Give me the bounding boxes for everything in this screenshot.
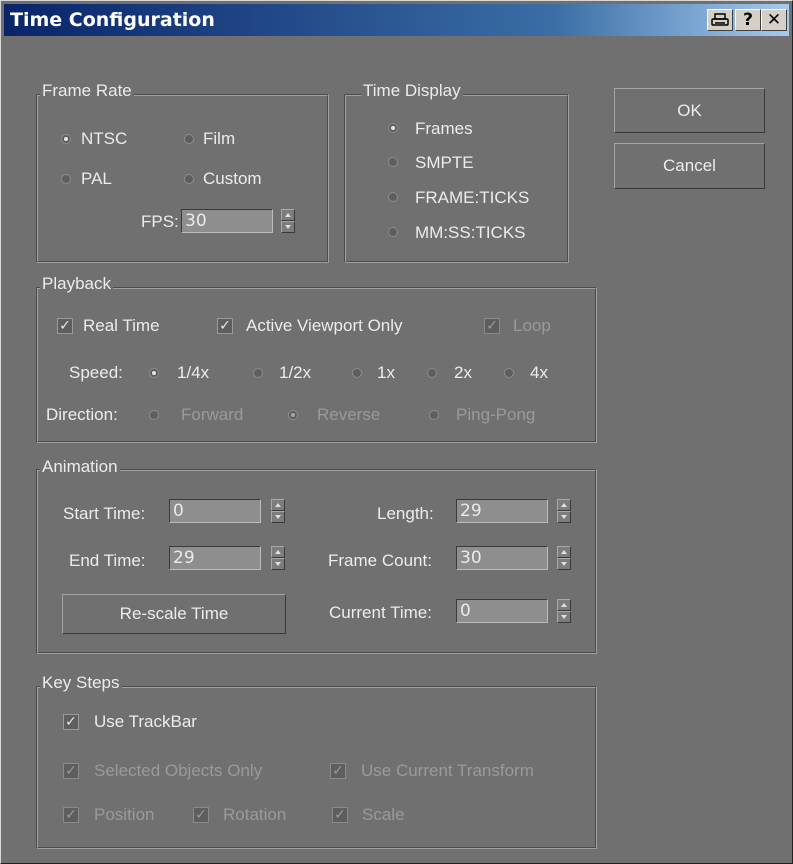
direction-label: Direction:	[46, 405, 118, 424]
start-time-field[interactable]: 0	[169, 499, 261, 523]
frame-count-spinner[interactable]	[557, 546, 571, 570]
real-time-label[interactable]: Real Time	[83, 315, 160, 337]
spin-up-icon[interactable]	[271, 499, 285, 511]
playback-legend: Playback	[40, 274, 113, 294]
active-viewport-label[interactable]: Active Viewport Only	[246, 315, 403, 337]
use-current-transform-checkbox[interactable]: ✓	[330, 763, 346, 779]
use-trackbar-checkbox[interactable]: ✓	[63, 714, 79, 730]
rotation-label[interactable]: Rotation	[223, 804, 286, 826]
selected-objects-only-checkbox[interactable]: ✓	[63, 763, 79, 779]
smpte-radio[interactable]	[388, 157, 398, 167]
current-time-spinner[interactable]	[557, 599, 571, 623]
active-viewport-checkbox[interactable]: ✓	[217, 318, 233, 334]
forward-radio[interactable]	[149, 410, 159, 420]
frames-label[interactable]: Frames	[415, 118, 473, 140]
reverse-label[interactable]: Reverse	[317, 404, 380, 426]
spin-down-icon[interactable]	[271, 558, 285, 570]
selected-objects-only-label[interactable]: Selected Objects Only	[94, 760, 262, 782]
ping-pong-radio[interactable]	[429, 410, 439, 420]
start-time-label: Start Time:	[63, 504, 146, 523]
time-configuration-dialog: Time Configuration ? ✕ Frame Rate NTSC F…	[0, 0, 793, 864]
ping-pong-label[interactable]: Ping-Pong	[456, 404, 535, 426]
time-display-legend: Time Display	[361, 81, 463, 101]
speed-1x-label[interactable]: 1x	[377, 362, 395, 384]
mmss-ticks-label[interactable]: MM:SS:TICKS	[415, 222, 526, 244]
reverse-radio[interactable]	[288, 410, 298, 420]
length-label: Length:	[377, 504, 434, 523]
speed-4x-radio[interactable]	[504, 368, 514, 378]
rotation-checkbox[interactable]: ✓	[193, 807, 209, 823]
help-icon[interactable]: ?	[735, 9, 761, 31]
film-label[interactable]: Film	[203, 128, 235, 150]
frame-ticks-label[interactable]: FRAME:TICKS	[415, 187, 529, 209]
spin-down-icon[interactable]	[271, 511, 285, 523]
position-label[interactable]: Position	[94, 804, 154, 826]
spin-down-icon[interactable]	[557, 558, 571, 570]
frames-radio[interactable]	[388, 123, 398, 133]
scale-label[interactable]: Scale	[362, 804, 405, 826]
ntsc-radio[interactable]	[61, 134, 71, 144]
animation-legend: Animation	[40, 457, 120, 477]
close-icon[interactable]: ✕	[761, 9, 787, 31]
speed-half-label[interactable]: 1/2x	[279, 362, 311, 384]
fps-spinner[interactable]	[281, 209, 295, 233]
custom-label[interactable]: Custom	[203, 168, 262, 190]
current-time-label: Current Time:	[329, 603, 432, 622]
frame-count-field[interactable]: 30	[456, 546, 548, 570]
pal-label[interactable]: PAL	[81, 168, 112, 190]
speed-4x-label[interactable]: 4x	[530, 362, 548, 384]
length-spinner[interactable]	[557, 499, 571, 523]
speed-half-radio[interactable]	[253, 368, 263, 378]
cancel-button[interactable]: Cancel	[614, 143, 765, 189]
use-current-transform-label[interactable]: Use Current Transform	[361, 760, 534, 782]
smpte-label[interactable]: SMPTE	[415, 152, 474, 174]
frame-rate-legend: Frame Rate	[40, 81, 134, 101]
dialog-title: Time Configuration	[10, 9, 215, 31]
ok-button[interactable]: OK	[614, 88, 765, 133]
real-time-checkbox[interactable]: ✓	[57, 318, 73, 334]
custom-radio[interactable]	[184, 174, 194, 184]
title-bar[interactable]: Time Configuration ? ✕	[4, 4, 789, 36]
fps-field[interactable]: 30	[181, 209, 273, 233]
end-time-spinner[interactable]	[271, 546, 285, 570]
current-time-field[interactable]: 0	[456, 599, 548, 623]
ntsc-label[interactable]: NTSC	[81, 128, 127, 150]
frame-ticks-radio[interactable]	[388, 192, 398, 202]
speed-quarter-label[interactable]: 1/4x	[177, 362, 209, 384]
spin-up-icon[interactable]	[271, 546, 285, 558]
spin-up-icon[interactable]	[557, 546, 571, 558]
end-time-label: End Time:	[69, 551, 146, 570]
loop-checkbox[interactable]: ✓	[484, 318, 500, 334]
speed-1x-radio[interactable]	[352, 368, 362, 378]
printer-icon[interactable]	[707, 9, 733, 31]
spin-up-icon[interactable]	[557, 599, 571, 611]
scale-checkbox[interactable]: ✓	[332, 807, 348, 823]
forward-label[interactable]: Forward	[181, 404, 243, 426]
key-steps-legend: Key Steps	[40, 673, 122, 693]
position-checkbox[interactable]: ✓	[63, 807, 79, 823]
length-field[interactable]: 29	[456, 499, 548, 523]
speed-2x-label[interactable]: 2x	[454, 362, 472, 384]
frame-count-label: Frame Count:	[328, 551, 432, 570]
rescale-time-button[interactable]: Re-scale Time	[62, 594, 286, 634]
spin-down-icon[interactable]	[557, 511, 571, 523]
speed-2x-radio[interactable]	[427, 368, 437, 378]
frame-rate-group	[36, 94, 329, 263]
pal-radio[interactable]	[61, 174, 71, 184]
use-trackbar-label[interactable]: Use TrackBar	[94, 711, 197, 733]
spin-down-icon[interactable]	[281, 221, 295, 233]
speed-label: Speed:	[69, 363, 123, 382]
mmss-ticks-radio[interactable]	[388, 227, 398, 237]
start-time-spinner[interactable]	[271, 499, 285, 523]
fps-label: FPS:	[141, 212, 179, 231]
spin-up-icon[interactable]	[281, 209, 295, 221]
loop-label[interactable]: Loop	[513, 315, 551, 337]
spin-up-icon[interactable]	[557, 499, 571, 511]
speed-quarter-radio[interactable]	[149, 368, 159, 378]
film-radio[interactable]	[184, 134, 194, 144]
end-time-field[interactable]: 29	[169, 546, 261, 570]
spin-down-icon[interactable]	[557, 611, 571, 623]
